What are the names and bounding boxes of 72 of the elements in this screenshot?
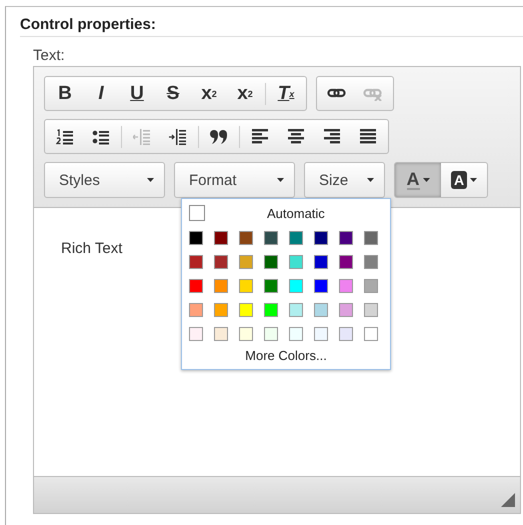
color-swatch[interactable] (189, 327, 203, 341)
align-left-icon (252, 129, 268, 144)
caret-icon (277, 178, 284, 182)
color-swatch[interactable] (364, 231, 378, 245)
color-swatch[interactable] (314, 255, 328, 269)
bold-button[interactable]: B (47, 78, 83, 108)
superscript-button[interactable]: x$^{2}$ (227, 78, 263, 108)
background-color-button[interactable]: A (441, 163, 487, 197)
color-swatch[interactable] (339, 327, 353, 341)
color-swatch[interactable] (239, 327, 253, 341)
color-swatch[interactable] (364, 303, 378, 317)
quote-icon (209, 128, 229, 144)
align-right-icon (324, 129, 340, 144)
caret-icon (422, 178, 430, 182)
color-swatch[interactable] (314, 303, 328, 317)
color-swatch[interactable] (239, 255, 253, 269)
color-swatch[interactable] (364, 279, 378, 293)
color-swatch[interactable] (239, 231, 253, 245)
caret-icon (147, 178, 154, 182)
outdent-icon (133, 128, 151, 144)
unlink-icon (363, 86, 383, 100)
italic-button[interactable]: I (83, 78, 119, 108)
field-label: Text: (33, 48, 66, 64)
color-swatch[interactable] (289, 231, 303, 245)
color-swatch[interactable] (264, 255, 278, 269)
underline-button[interactable]: U (119, 78, 155, 108)
color-swatch[interactable] (214, 303, 228, 317)
bullet-list-icon (92, 128, 110, 144)
color-swatch[interactable] (364, 255, 378, 269)
editor-text: Rich Text (61, 240, 124, 257)
color-swatch[interactable] (214, 231, 228, 245)
color-swatch[interactable] (289, 327, 303, 341)
color-swatch[interactable] (239, 303, 253, 317)
automatic-option[interactable]: Automatic (267, 206, 325, 220)
color-swatch[interactable] (289, 255, 303, 269)
resize-handle-icon[interactable] (501, 493, 515, 507)
indent-icon (169, 128, 187, 144)
color-swatch[interactable] (289, 303, 303, 317)
automatic-swatch[interactable] (189, 205, 205, 221)
color-swatch[interactable] (264, 231, 278, 245)
color-swatch[interactable] (364, 327, 378, 341)
caret-icon (367, 178, 374, 182)
align-center-icon (288, 129, 304, 144)
color-swatch[interactable] (214, 279, 228, 293)
color-swatch[interactable] (289, 279, 303, 293)
color-swatch[interactable] (339, 255, 353, 269)
color-swatch[interactable] (264, 303, 278, 317)
color-swatch[interactable] (214, 255, 228, 269)
color-swatch[interactable] (339, 303, 353, 317)
color-swatch[interactable] (239, 279, 253, 293)
color-swatch[interactable] (214, 327, 228, 341)
color-swatch[interactable] (189, 231, 203, 245)
color-swatch[interactable] (189, 255, 203, 269)
more-colors-link[interactable]: More Colors... (189, 348, 383, 363)
numbered-list-icon (56, 128, 74, 144)
color-swatch[interactable] (314, 279, 328, 293)
color-swatch[interactable] (264, 279, 278, 293)
justify-icon (360, 129, 376, 144)
dropdown[interactable]: Size (304, 162, 385, 198)
dropdown[interactable]: Styles (44, 162, 165, 198)
text-color-button[interactable]: A (395, 163, 441, 197)
strike-button[interactable]: S (155, 78, 191, 108)
section-heading: Control properties: (20, 16, 523, 37)
color-swatch[interactable] (189, 303, 203, 317)
color-swatch[interactable] (314, 231, 328, 245)
color-swatch[interactable] (314, 327, 328, 341)
color-swatch[interactable] (339, 231, 353, 245)
dropdown[interactable]: Format (174, 162, 295, 198)
caret-icon (470, 178, 478, 182)
color-swatch[interactable] (339, 279, 353, 293)
color-swatch[interactable] (189, 279, 203, 293)
color-swatch[interactable] (264, 327, 278, 341)
